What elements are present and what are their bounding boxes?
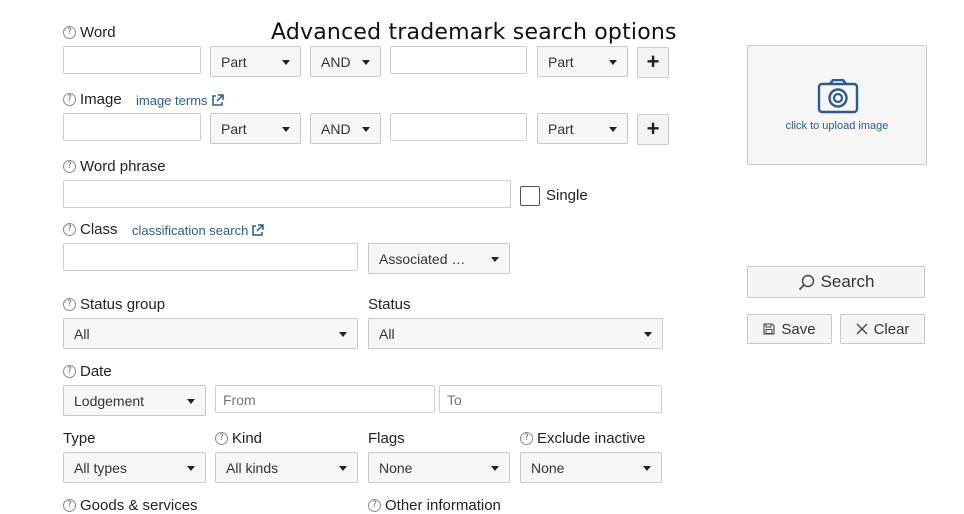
chevron-down-icon bbox=[339, 332, 347, 337]
chevron-down-icon bbox=[187, 399, 195, 404]
flags-select[interactable]: None bbox=[368, 452, 510, 483]
external-link-icon bbox=[251, 224, 265, 240]
status-group-label: Status group bbox=[80, 296, 166, 313]
chevron-down-icon bbox=[643, 466, 651, 471]
external-link-icon bbox=[211, 94, 224, 110]
search-button[interactable]: Search bbox=[747, 266, 925, 298]
chevron-down-icon bbox=[362, 60, 370, 65]
exclude-inactive-label: Exclude inactive bbox=[537, 430, 646, 447]
word-input[interactable] bbox=[63, 46, 201, 74]
flags-label: Flags bbox=[368, 430, 405, 447]
other-information-help-icon[interactable]: ? bbox=[368, 499, 381, 512]
word-phrase-help-icon[interactable]: ? bbox=[63, 160, 76, 173]
class-label: Class bbox=[80, 221, 118, 238]
save-button[interactable]: Save bbox=[747, 314, 832, 344]
chevron-down-icon bbox=[362, 127, 370, 132]
chevron-down-icon bbox=[339, 466, 347, 471]
chevron-down-icon bbox=[491, 466, 499, 471]
word-operator-select[interactable]: AND bbox=[310, 46, 381, 77]
date-help-icon[interactable]: ? bbox=[63, 365, 76, 378]
date-type-select[interactable]: Lodgement bbox=[63, 385, 206, 416]
chevron-down-icon bbox=[609, 127, 617, 132]
image-terms-link[interactable]: image terms bbox=[136, 93, 224, 110]
status-group-help-icon[interactable]: ? bbox=[63, 298, 76, 311]
kind-select[interactable]: All kinds bbox=[215, 452, 358, 483]
single-checkbox[interactable] bbox=[520, 186, 540, 206]
word-help-icon[interactable]: ? bbox=[63, 26, 76, 39]
word-match-select-2[interactable]: Part bbox=[537, 46, 628, 77]
upload-text: click to upload image bbox=[785, 120, 889, 132]
class-mode-select[interactable]: Associated … bbox=[368, 243, 510, 274]
image-match-select[interactable]: Part bbox=[210, 113, 301, 144]
classification-search-link[interactable]: classification search bbox=[132, 223, 265, 240]
exclude-inactive-help-icon[interactable]: ? bbox=[520, 432, 533, 445]
classification-search-link-text: classification search bbox=[132, 223, 249, 238]
type-label: Type bbox=[63, 430, 96, 447]
kind-help-icon[interactable]: ? bbox=[215, 432, 228, 445]
word-add-button[interactable]: + bbox=[637, 47, 669, 78]
image-upload-box[interactable]: click to upload image bbox=[747, 45, 927, 165]
word-phrase-label: Word phrase bbox=[80, 158, 166, 175]
status-group-select[interactable]: All bbox=[63, 318, 358, 349]
type-select[interactable]: All types bbox=[63, 452, 206, 483]
kind-label: Kind bbox=[232, 430, 263, 447]
word-label: Word bbox=[80, 24, 116, 41]
word-match-select[interactable]: Part bbox=[210, 46, 301, 77]
image-label: Image bbox=[80, 91, 122, 108]
image-help-icon[interactable]: ? bbox=[63, 93, 76, 106]
search-icon bbox=[798, 274, 815, 291]
word-input-2[interactable] bbox=[390, 46, 527, 74]
single-label: Single bbox=[546, 187, 588, 204]
chevron-down-icon bbox=[282, 127, 290, 132]
class-input[interactable] bbox=[63, 243, 358, 271]
image-terms-link-text: image terms bbox=[136, 93, 208, 108]
word-phrase-input[interactable] bbox=[63, 180, 511, 208]
status-label: Status bbox=[368, 296, 411, 313]
image-input[interactable] bbox=[63, 113, 201, 141]
other-information-label: Other information bbox=[385, 497, 501, 514]
chevron-down-icon bbox=[644, 332, 652, 337]
chevron-down-icon bbox=[609, 60, 617, 65]
date-label: Date bbox=[80, 363, 112, 380]
image-operator-select[interactable]: AND bbox=[310, 113, 381, 144]
chevron-down-icon bbox=[282, 60, 290, 65]
goods-services-label: Goods & services bbox=[80, 497, 198, 514]
image-add-button[interactable]: + bbox=[637, 114, 669, 145]
clear-button-label: Clear bbox=[873, 320, 910, 338]
save-button-label: Save bbox=[781, 320, 816, 338]
image-match-select-2[interactable]: Part bbox=[537, 113, 628, 144]
save-icon bbox=[763, 323, 775, 335]
status-select[interactable]: All bbox=[368, 318, 663, 349]
class-help-icon[interactable]: ? bbox=[63, 223, 76, 236]
goods-services-help-icon[interactable]: ? bbox=[63, 499, 76, 512]
exclude-inactive-select[interactable]: None bbox=[520, 452, 662, 483]
page-title: Advanced trademark search options bbox=[271, 20, 677, 45]
date-to-input[interactable]: To bbox=[439, 385, 662, 413]
chevron-down-icon bbox=[187, 466, 195, 471]
clear-button[interactable]: Clear bbox=[840, 314, 925, 344]
chevron-down-icon bbox=[491, 257, 499, 262]
search-button-label: Search bbox=[820, 272, 875, 291]
date-from-input[interactable]: From bbox=[215, 385, 435, 413]
camera-icon bbox=[817, 78, 859, 119]
close-icon bbox=[856, 323, 868, 335]
image-input-2[interactable] bbox=[390, 113, 527, 141]
